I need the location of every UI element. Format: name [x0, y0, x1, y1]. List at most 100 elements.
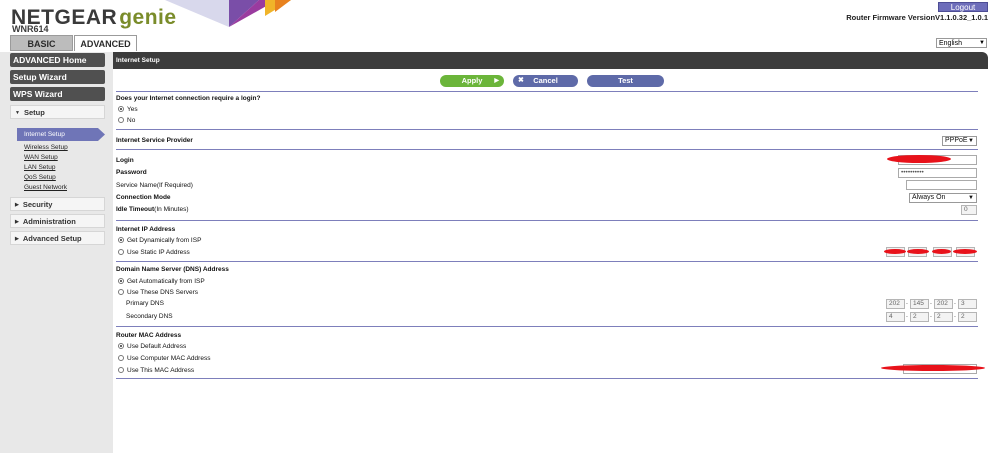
test-button[interactable]: Test: [587, 75, 664, 87]
language-value: English: [939, 40, 962, 47]
mac-computer-radio[interactable]: [118, 355, 124, 361]
secondary-dns-label: Secondary DNS: [126, 313, 173, 320]
sidebar-section-administration[interactable]: ▶ Administration: [10, 214, 105, 228]
divider: [116, 261, 978, 262]
secondary-dns-octet-3[interactable]: 2: [934, 312, 953, 322]
sidebar-section-security[interactable]: ▶ Security: [10, 197, 105, 211]
page-title: Internet Setup: [113, 52, 988, 69]
ip-heading: Internet IP Address: [116, 226, 176, 233]
divider: [116, 129, 978, 130]
secondary-dns-octet-4[interactable]: 2: [958, 312, 977, 322]
secondary-dns-octet-2[interactable]: 2: [910, 312, 929, 322]
secondary-dns-octet-1[interactable]: 4: [886, 312, 905, 322]
mac-default-radio[interactable]: [118, 343, 124, 349]
sidebar-item-guest-network[interactable]: Guest Network: [24, 184, 67, 191]
tab-advanced[interactable]: ADVANCED: [74, 35, 137, 51]
ip-dynamic-radio[interactable]: [118, 237, 124, 243]
primary-dns-label: Primary DNS: [126, 300, 164, 307]
connection-mode-select[interactable]: Always On ▼: [909, 193, 977, 203]
apply-button[interactable]: Apply ▶: [440, 75, 504, 87]
tab-basic[interactable]: BASIC: [10, 35, 73, 51]
sidebar-item-wireless-setup[interactable]: Wireless Setup: [24, 144, 68, 151]
redaction-mark: [884, 249, 906, 254]
sidebar-item-qos-setup[interactable]: QoS Setup: [24, 174, 56, 181]
mac-heading: Router MAC Address: [116, 332, 182, 339]
section-label: Setup: [23, 108, 45, 117]
login-label: Login: [116, 157, 134, 164]
login-yes-radio[interactable]: [118, 106, 124, 112]
service-name-field[interactable]: [906, 180, 977, 190]
language-select[interactable]: English ▼: [936, 38, 987, 48]
collapsed-arrow-icon: ▶: [15, 202, 19, 208]
redaction-mark: [953, 249, 977, 254]
ip-dot: .: [930, 312, 932, 319]
collapsed-arrow-icon: ▶: [15, 219, 19, 225]
dns-auto-label: Get Automatically from ISP: [127, 278, 205, 285]
chevron-down-icon: ▼: [968, 138, 974, 144]
service-name-label: Service Name(If Required): [116, 182, 193, 189]
sidebar-item-internet-setup[interactable]: Internet Setup: [17, 128, 105, 141]
idle-timeout-field[interactable]: 0: [961, 205, 977, 215]
primary-dns-octet-1[interactable]: 202: [886, 299, 905, 309]
chevron-down-icon: ▼: [968, 195, 974, 201]
dns-these-radio[interactable]: [118, 289, 124, 295]
redaction-mark: [887, 155, 951, 163]
wps-wizard-button[interactable]: WPS Wizard: [10, 87, 105, 101]
ip-static-label: Use Static IP Address: [127, 249, 190, 256]
section-label: Advanced Setup: [22, 234, 82, 243]
ip-dot: .: [930, 299, 932, 306]
isp-select[interactable]: PPPoE ▼: [942, 136, 977, 146]
expanded-arrow-icon: ▼: [15, 110, 20, 116]
firmware-version: Router Firmware VersionV1.1.0.32_1.0.1: [846, 13, 988, 22]
header-bar: NETGEARgenie WNR614 BASIC ADVANCED Logou…: [0, 0, 998, 52]
collapsed-arrow-icon: ▶: [15, 236, 19, 242]
connection-mode-value: Always On: [912, 194, 946, 201]
mac-this-radio[interactable]: [118, 367, 124, 373]
divider: [116, 149, 978, 150]
sidebar-item-wan-setup[interactable]: WAN Setup: [24, 154, 58, 161]
ip-dot: .: [954, 312, 956, 319]
sidebar-section-setup[interactable]: ▼ Setup: [10, 105, 105, 119]
router-model: WNR614: [12, 24, 49, 34]
mac-default-label: Use Default Address: [127, 343, 187, 350]
advanced-home-button[interactable]: ADVANCED Home: [10, 53, 105, 67]
login-yes-label: Yes: [127, 106, 138, 113]
section-label: Security: [22, 200, 53, 209]
ip-dot: .: [906, 312, 908, 319]
apply-label: Apply: [461, 76, 483, 85]
section-label: Administration: [22, 217, 76, 226]
isp-value: PPPoE: [945, 137, 968, 144]
action-toolbar: Apply ▶ ✖ Cancel Test: [113, 70, 988, 90]
close-icon: ✖: [518, 77, 524, 84]
dns-these-label: Use These DNS Servers: [127, 289, 199, 296]
divider: [116, 220, 978, 221]
primary-dns-octet-4[interactable]: 3: [958, 299, 977, 309]
cancel-label: Cancel: [533, 76, 558, 85]
mac-this-label: Use This MAC Address: [127, 367, 195, 374]
password-label: Password: [116, 169, 147, 176]
logout-button[interactable]: Logout: [938, 2, 988, 12]
idle-timeout-label: Idle Timeout(In Minutes): [116, 206, 189, 213]
dns-auto-radio[interactable]: [118, 278, 124, 284]
sidebar-item-lan-setup[interactable]: LAN Setup: [24, 164, 55, 171]
setup-wizard-button[interactable]: Setup Wizard: [10, 70, 105, 84]
primary-dns-octet-2[interactable]: 145: [910, 299, 929, 309]
primary-dns-octet-3[interactable]: 202: [934, 299, 953, 309]
sidebar-section-advanced-setup[interactable]: ▶ Advanced Setup: [10, 231, 105, 245]
password-field[interactable]: ••••••••••: [898, 168, 977, 178]
mac-computer-label: Use Computer MAC Address: [127, 355, 211, 362]
sidebar: ADVANCED Home Setup Wizard WPS Wizard ▼ S…: [0, 52, 113, 453]
divider: [116, 378, 978, 379]
isp-label: Internet Service Provider: [116, 137, 193, 144]
ip-static-radio[interactable]: [118, 249, 124, 255]
logo-genie: genie: [119, 6, 177, 29]
ip-dynamic-label: Get Dynamically from ISP: [127, 237, 202, 244]
ip-dot: .: [906, 299, 908, 306]
cancel-button[interactable]: ✖ Cancel: [513, 75, 578, 87]
decorative-triangles: [165, 0, 291, 27]
divider: [116, 326, 978, 327]
redaction-mark: [881, 365, 985, 371]
redaction-mark: [907, 249, 929, 254]
ip-dot: .: [954, 299, 956, 306]
login-no-radio[interactable]: [118, 117, 124, 123]
